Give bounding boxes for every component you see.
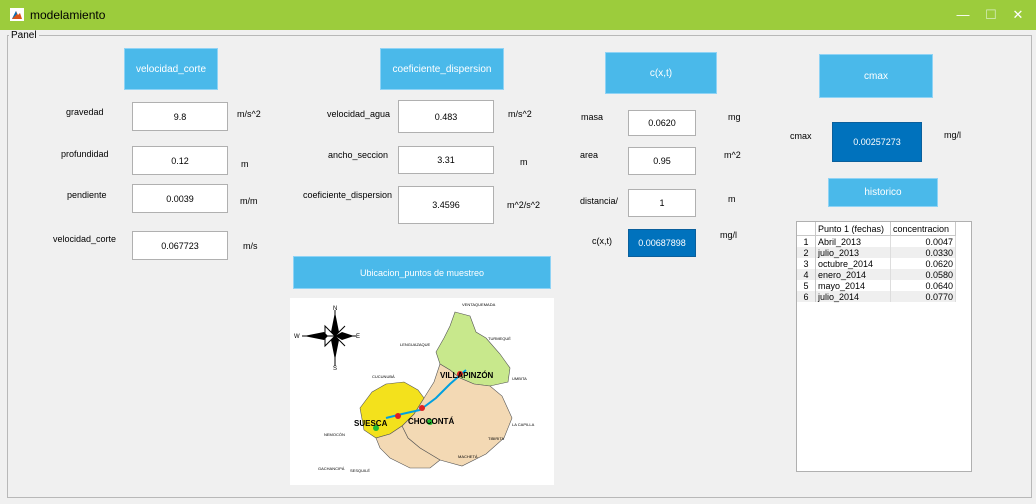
historico-button[interactable]: historico [828,178,938,207]
table-row[interactable]: 6 julio_2014 0.0770 [797,291,956,302]
distancia-unit: m [728,194,736,204]
cxt-result-field[interactable]: 0.00687898 [628,229,696,257]
historico-table[interactable]: Punto 1 (fechas) concentracion 1 Abril_2… [796,221,972,472]
map-label-macheta: MACHETÁ [458,454,478,459]
cell-fecha[interactable]: mayo_2014 [815,280,891,291]
location-map: N S E W VENTAQUEMADA LENGUAZAQUE TURMEQU… [290,298,554,485]
compass-n: N [333,306,337,312]
gravedad-label: gravedad [66,107,104,117]
table-row[interactable]: 1 Abril_2013 0.0047 [797,235,956,247]
map-label-cucunuba: CUCUNUBÁ [372,374,395,379]
velocidad-corte-label: velocidad_corte [53,234,117,244]
row-index: 5 [797,280,816,291]
cell-concentracion[interactable]: 0.0770 [890,291,956,302]
compass-w: W [294,334,300,340]
map-label-chocontra: CHOCONTÁ [408,417,454,426]
row-index: 6 [797,291,816,302]
area-field[interactable]: 0.95 [628,147,696,175]
map-label-villapinzon: VILLAPINZÓN [440,371,494,380]
ancho-seccion-label: ancho_seccion [328,150,389,160]
row-index: 4 [797,269,816,280]
ubicacion-puntos-button[interactable]: Ubicacion_puntos de muestreo [293,256,551,289]
table-row[interactable]: 4 enero_2014 0.0580 [797,269,956,280]
velocidad-agua-field[interactable]: 0.483 [398,100,494,133]
table-header-concentracion[interactable]: concentracion [890,222,956,236]
map-label-lenguazaque: LENGUAZAQUE [400,342,431,347]
map-label-nemocon: NEMOCÓN [324,432,345,437]
map-label-ventaquemada: VENTAQUEMADA [462,302,496,307]
velocidad-corte-button[interactable]: velocidad_corte [124,48,218,90]
cell-fecha[interactable]: octubre_2014 [815,258,891,269]
cell-concentracion[interactable]: 0.0580 [890,269,956,280]
maximize-button[interactable]: ☐ [976,6,1006,24]
map-label-gachancipa: GACHANCIPÁ [318,466,345,471]
cmax-button[interactable]: cmax [819,54,933,98]
map-label-sesquile: SESQUILÉ [350,468,370,473]
ancho-seccion-unit: m [520,157,528,167]
area-unit: m^2 [724,150,741,160]
velocidad-corte-field[interactable]: 0.067723 [132,231,228,260]
coeficiente-dispersion-unit: m^2/s^2 [507,200,540,210]
cell-fecha[interactable]: julio_2014 [815,291,891,302]
table-row[interactable]: 3 octubre_2014 0.0620 [797,258,956,269]
cxt-label: c(x,t) [592,236,612,246]
masa-unit: mg [728,112,741,122]
matlab-icon [10,8,24,21]
cell-fecha[interactable]: enero_2014 [815,269,891,280]
pendiente-label: pendiente [67,190,107,200]
cxt-button[interactable]: c(x,t) [605,52,717,94]
profundidad-field[interactable]: 0.12 [132,146,228,175]
row-index: 1 [797,235,816,247]
table-row[interactable]: 5 mayo_2014 0.0640 [797,280,956,291]
map-label-umbita: UMBITA [512,376,527,381]
gravedad-field[interactable]: 9.8 [132,102,228,131]
area-label: area [580,150,599,160]
compass-s: S [333,366,337,372]
close-button[interactable]: ✕ [1003,6,1033,24]
cell-fecha[interactable]: julio_2013 [815,247,891,258]
cmax-result-field[interactable]: 0.00257273 [832,122,922,162]
coeficiente-dispersion-label: coeficiente_dispersion [303,190,393,200]
map-label-la-capilla: LA CAPILLA [512,422,535,427]
map-label-turmeque: TURMEQUÉ [488,336,511,341]
window-title: modelamiento [30,8,106,22]
minimize-button[interactable]: — [948,6,978,24]
cell-concentracion[interactable]: 0.0047 [890,235,956,247]
cell-concentracion[interactable]: 0.0620 [890,258,956,269]
ancho-seccion-field[interactable]: 3.31 [398,146,494,174]
table-row[interactable]: 2 julio_2013 0.0330 [797,247,956,258]
pendiente-field[interactable]: 0.0039 [132,184,228,213]
row-index: 2 [797,247,816,258]
cmax-unit: mg/l [944,130,962,140]
compass-rose-icon: N S E W [294,306,360,372]
compass-e: E [356,334,360,340]
panel-label: Panel [9,30,39,41]
map-label-tibirita: TIBIRITA [488,436,504,441]
profundidad-unit: m [241,159,249,169]
cmax-label: cmax [790,131,812,141]
cxt-unit: mg/l [720,230,738,240]
cell-concentracion[interactable]: 0.0330 [890,247,956,258]
gravedad-unit: m/s^2 [237,109,261,119]
velocidad-agua-unit: m/s^2 [508,109,532,119]
velocidad-corte-unit: m/s [243,241,258,251]
masa-field[interactable]: 0.0620 [628,110,696,136]
coeficiente-dispersion-field[interactable]: 3.4596 [398,186,494,224]
cell-fecha[interactable]: Abril_2013 [815,235,891,247]
distancia-field[interactable]: 1 [628,189,696,217]
masa-label: masa [581,112,604,122]
map-label-suesca: SUESCA [354,419,388,428]
cell-concentracion[interactable]: 0.0640 [890,280,956,291]
table-header-fechas[interactable]: Punto 1 (fechas) [815,222,891,236]
coeficiente-dispersion-button[interactable]: coeficiente_dispersion [380,48,504,90]
distancia-label: distancia/ [580,196,619,206]
velocidad-agua-label: velocidad_agua [327,109,391,119]
pendiente-unit: m/m [240,196,258,206]
row-index: 3 [797,258,816,269]
table-corner [797,222,816,236]
title-bar [0,0,1036,30]
profundidad-label: profundidad [61,149,109,159]
